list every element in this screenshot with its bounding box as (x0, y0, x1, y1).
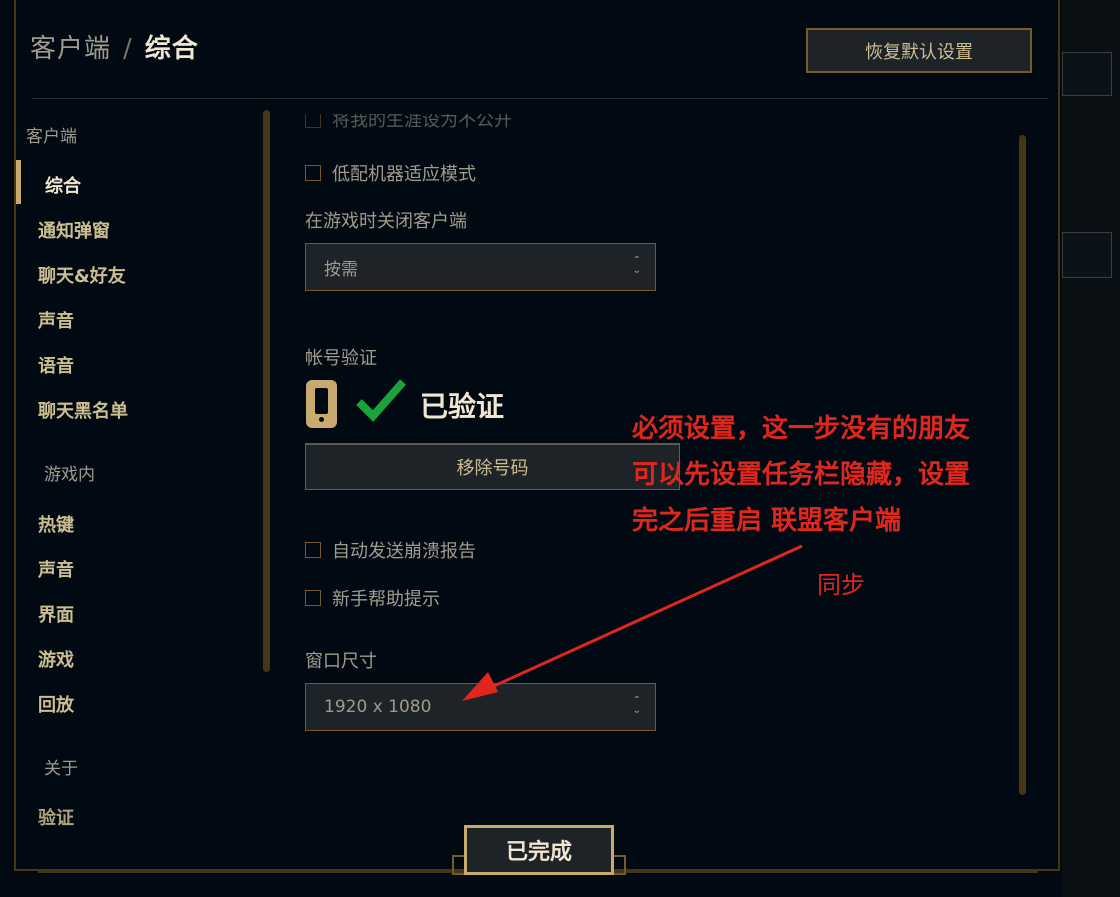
select-value: 按需 (324, 259, 358, 280)
check-icon (356, 379, 406, 422)
background-field-1 (1062, 52, 1112, 96)
chevron-updown-icon: ⌃ ⌄ (632, 255, 641, 276)
account-verify-label: 帐号验证 (305, 348, 377, 369)
close-client-label: 在游戏时关闭客户端 (305, 211, 467, 232)
checkbox-label: 将我的生涯设为不公开 (332, 112, 512, 131)
checkbox-label: 低配机器适应模式 (332, 164, 476, 185)
content-fade-mask (280, 100, 1000, 114)
verified-status: 已验证 (420, 390, 505, 423)
sidebar-scrollbar[interactable] (263, 110, 270, 672)
arrow-annotation (462, 544, 803, 701)
sidebar-item-game[interactable]: 游戏 (38, 646, 74, 672)
breadcrumb-current: 综合 (144, 34, 199, 64)
header-divider (32, 98, 1048, 99)
sidebar-active-indicator (16, 160, 21, 204)
checkbox-label: 新手帮助提示 (332, 589, 440, 610)
close-client-select[interactable]: 按需 ⌃ ⌄ (305, 243, 656, 291)
annotation-sync: 同步 (817, 571, 865, 599)
sidebar-item-hotkeys[interactable]: 热键 (38, 511, 74, 537)
checkbox-row-low-spec[interactable]: 低配机器适应模式 (305, 160, 476, 186)
sidebar-category-about: 关于 (44, 759, 78, 779)
done-button-right-wing (614, 855, 626, 875)
checkbox[interactable] (305, 590, 321, 606)
remove-number-button[interactable]: 移除号码 (305, 443, 680, 490)
checkbox[interactable] (305, 165, 321, 181)
sidebar-item-voice[interactable]: 语音 (38, 352, 74, 378)
select-value: 1920 x 1080 (324, 697, 432, 717)
sidebar-item-chat-friends[interactable]: 聊天&好友 (38, 262, 126, 288)
sidebar-item-sound[interactable]: 声音 (38, 307, 74, 333)
sidebar-item-interface[interactable]: 界面 (38, 601, 74, 627)
checkbox-row-newbie-tips[interactable]: 新手帮助提示 (305, 585, 440, 611)
done-button-left-wing (452, 855, 464, 875)
content-scrollbar[interactable] (1019, 135, 1026, 795)
breadcrumb-separator: / (123, 34, 133, 64)
sidebar-item-verification[interactable]: 验证 (38, 804, 74, 830)
checkbox[interactable] (305, 542, 321, 558)
window-size-label: 窗口尺寸 (305, 651, 377, 672)
annotation-line-2: 可以先设置任务栏隐藏，设置 (632, 460, 971, 490)
annotation-line-1: 必须设置，这一步没有的朋友 (632, 414, 971, 444)
background-field-2 (1062, 232, 1112, 278)
sidebar-category-ingame: 游戏内 (44, 465, 95, 485)
breadcrumb-parent: 客户端 (30, 34, 112, 64)
sidebar-item-general[interactable]: 综合 (45, 172, 81, 198)
reset-defaults-button[interactable]: 恢复默认设置 (806, 28, 1032, 73)
sidebar-item-chat-blocklist[interactable]: 聊天黑名单 (38, 397, 128, 423)
phone-icon (306, 380, 337, 428)
sidebar-item-ingame-sound[interactable]: 声音 (38, 556, 74, 582)
sidebar-item-replay[interactable]: 回放 (38, 691, 74, 717)
checkbox-row-private-career[interactable]: 将我的生涯设为不公开 (305, 112, 512, 136)
background-panel-right (1062, 0, 1120, 897)
done-button[interactable]: 已完成 (464, 825, 614, 875)
breadcrumb: 客户端 / 综合 (30, 28, 199, 65)
checkbox[interactable] (305, 112, 321, 128)
annotation-line-3: 完之后重启 联盟客户端 (632, 506, 902, 536)
sidebar-category-client: 客户端 (26, 127, 77, 147)
sidebar-item-notifications[interactable]: 通知弹窗 (38, 217, 110, 243)
